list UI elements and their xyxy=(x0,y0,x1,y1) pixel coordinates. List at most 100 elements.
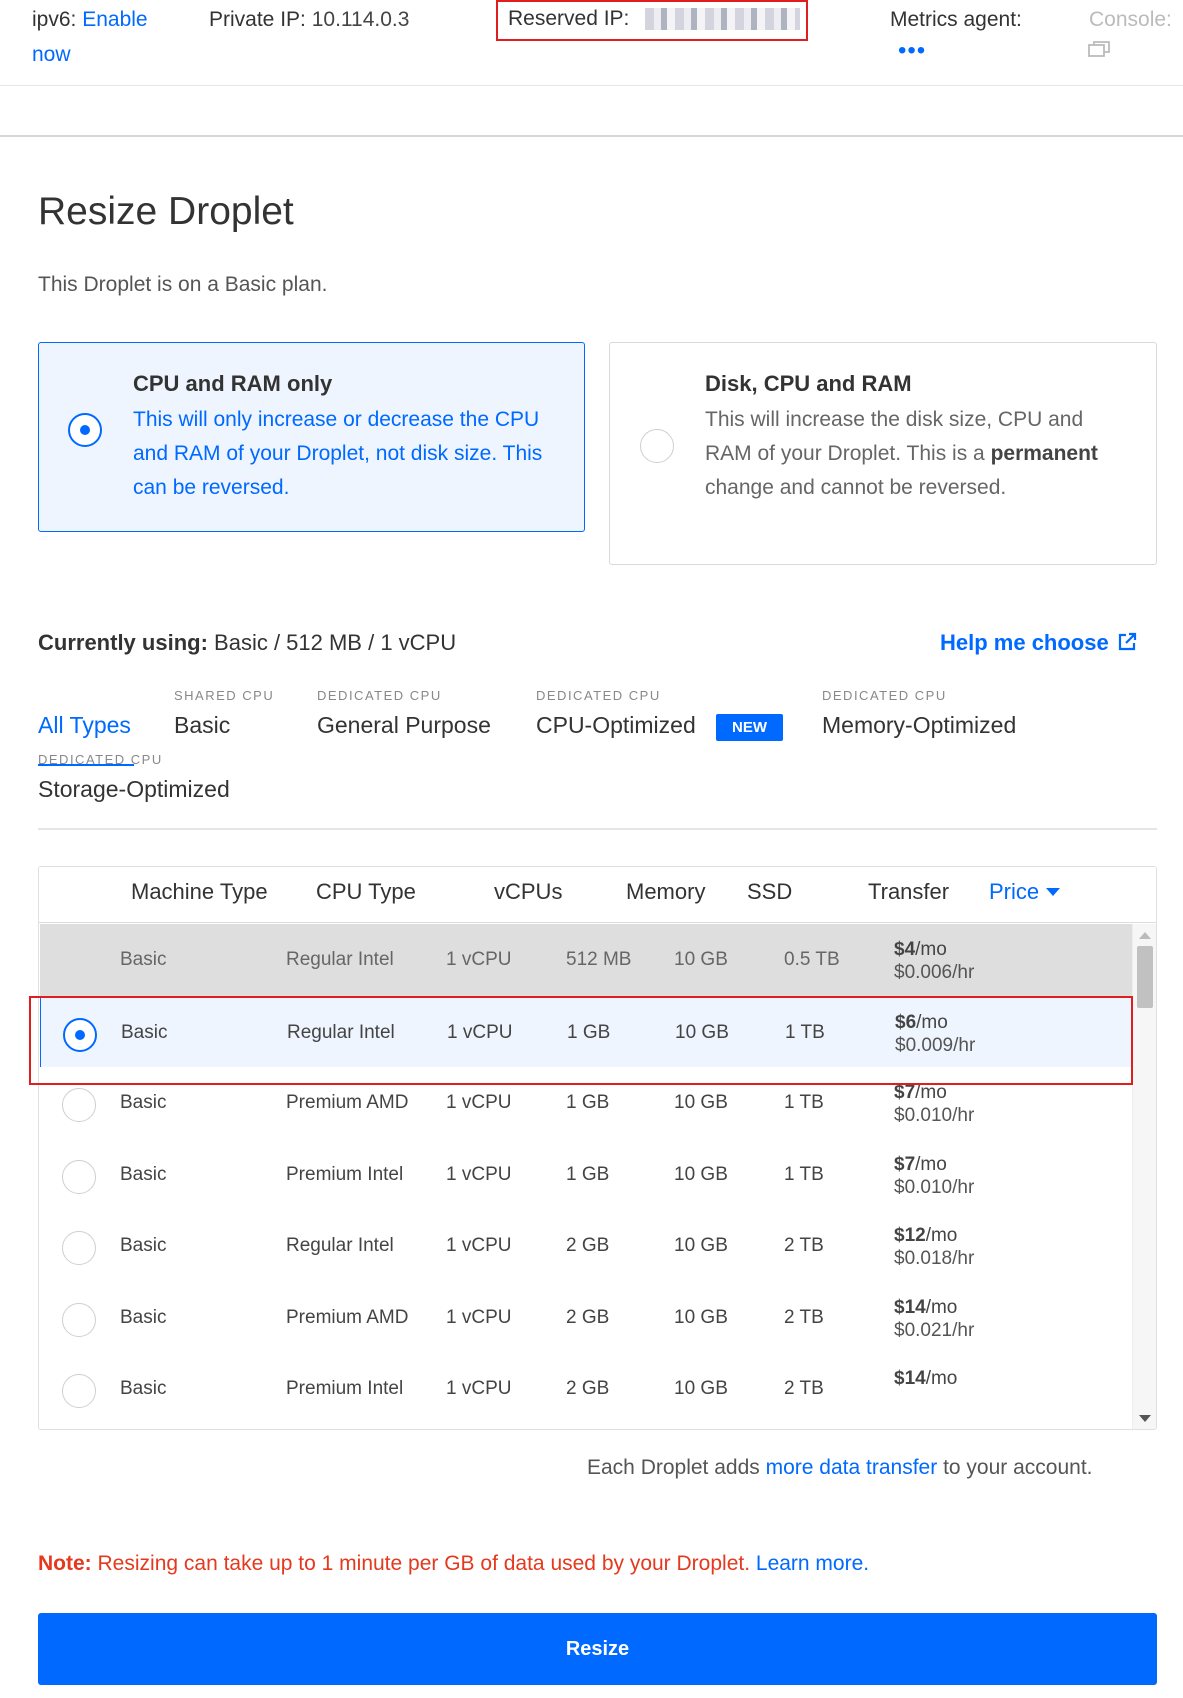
help-me-choose-link[interactable]: Help me choose xyxy=(940,630,1137,656)
cell-machine: Basic xyxy=(120,1164,167,1185)
cell-ssd: 10 GB xyxy=(674,1092,728,1113)
cell-price-monthly: $7/mo xyxy=(894,1154,947,1176)
price-unit: /mo xyxy=(915,1082,947,1103)
cell-cpu: Regular Intel xyxy=(287,1022,395,1043)
price-amount: $12 xyxy=(894,1225,926,1246)
scroll-down-arrow-icon[interactable] xyxy=(1139,1415,1151,1422)
option-disk-cpu-ram-radio[interactable] xyxy=(640,429,674,463)
table-row[interactable]: Basic Premium AMD 1 vCPU 2 GB 10 GB 2 TB $14/m… xyxy=(40,1282,1132,1359)
option-disk-desc-text-end: change and cannot be reversed. xyxy=(705,476,1007,499)
table-row[interactable]: Basic Premium AMD 1 vCPU 1 GB 10 GB 1 TB $7/mo… xyxy=(40,1067,1132,1144)
col-memory: Memory xyxy=(626,879,706,904)
option-cpu-ram-only[interactable]: CPU and RAM only This will only increase… xyxy=(38,342,585,532)
tab-basic-label: Basic xyxy=(174,712,231,738)
reserved-ip-info: Reserved IP: xyxy=(496,0,808,41)
tabs-divider xyxy=(38,828,1157,830)
tab-basic-kicker: SHARED CPU xyxy=(174,688,275,703)
table-scrollbar[interactable] xyxy=(1132,924,1156,1429)
cell-memory: 2 GB xyxy=(566,1307,610,1328)
price-unit: /mo xyxy=(916,1012,948,1033)
cell-memory: 1 GB xyxy=(566,1092,610,1113)
option-disk-cpu-ram[interactable]: Disk, CPU and RAM This will increase the… xyxy=(609,342,1157,565)
option-cpu-ram-title: CPU and RAM only xyxy=(133,371,333,396)
resize-button[interactable]: Resize xyxy=(38,1613,1157,1685)
cell-ssd: 10 GB xyxy=(674,1164,728,1185)
cell-ssd: 10 GB xyxy=(675,1022,729,1043)
tab-memory-optimized-label: Memory-Optimized xyxy=(822,712,1017,738)
tab-general-purpose-label: General Purpose xyxy=(317,712,491,738)
plans-table: Machine Type CPU Type vCPUs Memory SSD T… xyxy=(38,866,1157,1430)
tab-cpu-optimized-kicker: DEDICATED CPU xyxy=(536,688,661,703)
cell-transfer: 0.5 TB xyxy=(784,949,840,970)
option-cpu-ram-description: This will only increase or decrease the … xyxy=(133,408,543,499)
price-unit: /mo xyxy=(925,1368,958,1389)
cell-vcpus: 1 vCPU xyxy=(446,949,512,970)
price-unit: /mo xyxy=(925,1225,958,1246)
scroll-up-arrow-icon[interactable] xyxy=(1139,932,1151,939)
note-text: Resizing can take up to 1 minute per GB … xyxy=(97,1552,751,1575)
price-unit: /mo xyxy=(915,1154,947,1175)
plan-radio[interactable] xyxy=(63,1018,97,1052)
cell-vcpus: 1 vCPU xyxy=(447,1022,513,1043)
price-amount: $7 xyxy=(894,1082,916,1103)
cell-cpu: Premium Intel xyxy=(286,1378,404,1399)
scrollbar-thumb[interactable] xyxy=(1137,946,1153,1008)
cell-cpu: Regular Intel xyxy=(286,1235,394,1256)
plan-radio[interactable] xyxy=(62,1303,96,1337)
col-vcpus: vCPUs xyxy=(494,879,563,904)
option-disk-cpu-ram-title: Disk, CPU and RAM xyxy=(705,371,912,396)
active-tab-indicator xyxy=(38,764,134,766)
cell-machine: Basic xyxy=(121,1022,168,1043)
cell-transfer: 1 TB xyxy=(784,1092,824,1113)
cell-cpu: Premium AMD xyxy=(286,1307,409,1328)
cell-ssd: 10 GB xyxy=(674,1235,728,1256)
console-icon[interactable] xyxy=(1088,40,1110,58)
col-price-sort[interactable]: Price xyxy=(989,879,1061,905)
cell-price-monthly: $7/mo xyxy=(894,1082,947,1104)
option-disk-desc-bold: permanent xyxy=(990,442,1098,465)
table-header: Machine Type CPU Type vCPUs Memory SSD T… xyxy=(39,867,1156,923)
col-machine-type: Machine Type xyxy=(131,879,268,904)
option-cpu-ram-radio[interactable] xyxy=(68,413,102,447)
price-amount: $6 xyxy=(895,1012,917,1033)
metrics-agent-menu[interactable]: ••• xyxy=(898,36,926,66)
price-amount: $4 xyxy=(894,939,916,960)
plan-radio[interactable] xyxy=(62,1160,96,1194)
current-plan-label: Currently using: xyxy=(38,630,208,655)
cell-vcpus: 1 vCPU xyxy=(446,1235,512,1256)
cell-memory: 2 GB xyxy=(566,1378,610,1399)
learn-more-link[interactable]: Learn more. xyxy=(756,1552,869,1575)
cell-vcpus: 1 vCPU xyxy=(446,1164,512,1185)
cell-transfer: 1 TB xyxy=(785,1022,825,1043)
cell-price-hourly: $0.010/hr xyxy=(894,1105,975,1126)
table-row[interactable]: Basic Premium Intel 1 vCPU 1 GB 10 GB 1 TB $7/… xyxy=(40,1139,1132,1216)
table-row[interactable]: Basic Regular Intel 1 vCPU 1 GB 10 GB 1 TB $6/… xyxy=(40,996,1132,1073)
table-row[interactable]: Basic Regular Intel 1 vCPU 2 GB 10 GB 2 TB $12… xyxy=(40,1210,1132,1287)
page-title: Resize Droplet xyxy=(38,190,294,233)
cell-machine: Basic xyxy=(120,1092,167,1113)
help-me-choose-label: Help me choose xyxy=(940,630,1109,655)
ipv6-info: ipv6: Enable now xyxy=(32,2,182,72)
cell-ssd: 10 GB xyxy=(674,1307,728,1328)
console-label: Console: xyxy=(1089,8,1172,31)
cell-cpu: Regular Intel xyxy=(286,949,394,970)
plan-radio[interactable] xyxy=(62,1231,96,1265)
cell-memory: 512 MB xyxy=(566,949,632,970)
droplet-info-bar: ipv6: Enable now Private IP: 10.114.0.3 … xyxy=(0,0,1183,86)
cell-vcpus: 1 vCPU xyxy=(446,1378,512,1399)
tab-storage-optimized-label: Storage-Optimized xyxy=(38,776,230,802)
cell-transfer: 1 TB xyxy=(784,1164,824,1185)
cell-memory: 2 GB xyxy=(566,1235,610,1256)
transfer-note-text-end: to your account. xyxy=(943,1456,1093,1479)
plan-radio[interactable] xyxy=(62,1374,96,1408)
cell-cpu: Premium Intel xyxy=(286,1164,404,1185)
col-transfer: Transfer xyxy=(868,879,950,904)
price-unit: /mo xyxy=(925,1297,958,1318)
price-unit: /mo xyxy=(915,939,947,960)
cell-ssd: 10 GB xyxy=(674,1378,728,1399)
reserved-ip-redacted xyxy=(645,8,801,31)
table-row: Basic Regular Intel 1 vCPU 512 MB 10 GB 0.5 T… xyxy=(40,924,1132,1001)
table-row[interactable]: Basic Premium Intel 1 vCPU 2 GB 10 GB 2 TB $14… xyxy=(40,1353,1132,1429)
more-data-transfer-link[interactable]: more data transfer xyxy=(766,1456,938,1479)
plan-radio[interactable] xyxy=(62,1088,96,1122)
